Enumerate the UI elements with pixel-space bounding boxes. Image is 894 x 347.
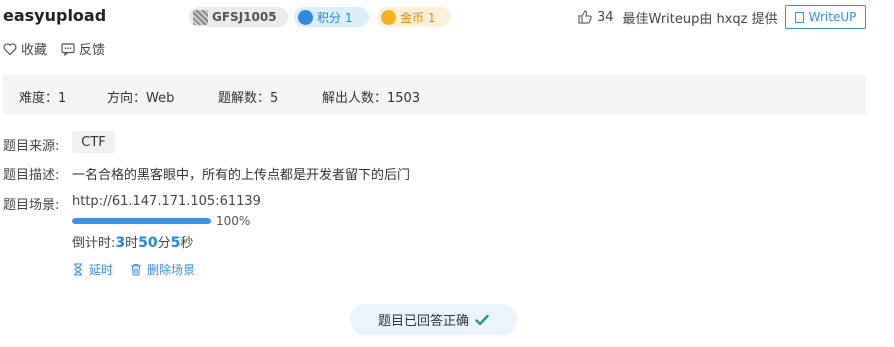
solved-status: 题目已回答正确 bbox=[350, 304, 517, 335]
heart-icon bbox=[3, 42, 17, 55]
challenge-id: GFSJ1005 bbox=[212, 10, 277, 24]
challenge-id-badge: GFSJ1005 bbox=[189, 7, 288, 27]
document-icon bbox=[794, 11, 804, 23]
challenge-stats: 难度：1 方向：Web 题解数：5 解出人数：1503 bbox=[3, 75, 866, 114]
solve-count: 题解数：5 bbox=[218, 91, 279, 106]
like-count: 34 bbox=[597, 9, 614, 25]
scene-progress-fill bbox=[72, 218, 211, 224]
qrcode-icon bbox=[193, 9, 208, 25]
solved-text: 题目已回答正确 bbox=[377, 314, 469, 329]
feedback-label: 反馈 bbox=[79, 43, 106, 58]
solver-count: 解出人数：1503 bbox=[322, 91, 421, 106]
check-icon bbox=[475, 314, 489, 325]
trash-icon bbox=[131, 263, 142, 276]
scene-label: 题目场景: bbox=[3, 198, 60, 213]
coin-icon bbox=[381, 9, 396, 25]
delay-label: 延时 bbox=[89, 263, 114, 277]
source-label: 题目来源: bbox=[3, 139, 60, 154]
scene-progress-bar bbox=[72, 218, 211, 224]
best-writeup-text: 最佳Writeup由 hxqz 提供 bbox=[622, 11, 778, 27]
delete-scene-button[interactable]: 删除场景 bbox=[130, 261, 195, 278]
direction: 方向：Web bbox=[107, 91, 175, 106]
difficulty: 难度：1 bbox=[19, 91, 67, 106]
coin-badge: 金币 1 bbox=[377, 7, 451, 27]
header-right: 34 最佳Writeup由 hxqz 提供 bbox=[578, 7, 778, 27]
countdown-minutes-unit: 分 bbox=[157, 236, 171, 251]
coin-label: 金币 1 bbox=[400, 10, 436, 25]
description-label: 题目描述: bbox=[3, 168, 60, 183]
score-label: 积分 1 bbox=[317, 10, 353, 25]
countdown-seconds: 5 bbox=[170, 235, 181, 251]
favorite-label: 收藏 bbox=[21, 43, 48, 58]
writeup-button-label: WriteUP bbox=[808, 10, 857, 24]
favorite-button[interactable]: 收藏 bbox=[3, 39, 47, 58]
delete-scene-label: 删除场景 bbox=[147, 263, 196, 277]
score-icon bbox=[298, 9, 313, 25]
score-badge: 积分 1 bbox=[294, 7, 369, 27]
challenge-actions: 收藏 反馈 bbox=[3, 39, 119, 58]
countdown-prefix: 倒计时: bbox=[72, 236, 116, 251]
scene-actions: 延时 删除场景 bbox=[72, 261, 212, 278]
countdown-seconds-unit: 秒 bbox=[180, 236, 194, 251]
countdown-hours: 3 bbox=[115, 235, 126, 251]
feedback-button[interactable]: 反馈 bbox=[61, 39, 105, 58]
description-text: 一名合格的黑客眼中，所有的上传点都是开发者留下的后门 bbox=[72, 168, 411, 183]
challenge-title: easyupload bbox=[3, 6, 107, 25]
source-tag: CTF bbox=[72, 131, 115, 153]
hourglass-icon bbox=[74, 263, 82, 276]
scene-url[interactable]: http://61.147.171.105:61139 bbox=[72, 194, 261, 209]
delay-button[interactable]: 延时 bbox=[72, 261, 113, 278]
thumbs-up-icon[interactable] bbox=[578, 10, 592, 24]
countdown-minutes: 50 bbox=[138, 235, 158, 251]
scene-progress-text: 100% bbox=[216, 214, 251, 228]
writeup-button[interactable]: WriteUP bbox=[785, 5, 866, 29]
feedback-icon bbox=[61, 42, 75, 56]
countdown: 倒计时: 3 时 50 分 5 秒 bbox=[72, 232, 193, 251]
countdown-hours-unit: 时 bbox=[125, 236, 139, 251]
